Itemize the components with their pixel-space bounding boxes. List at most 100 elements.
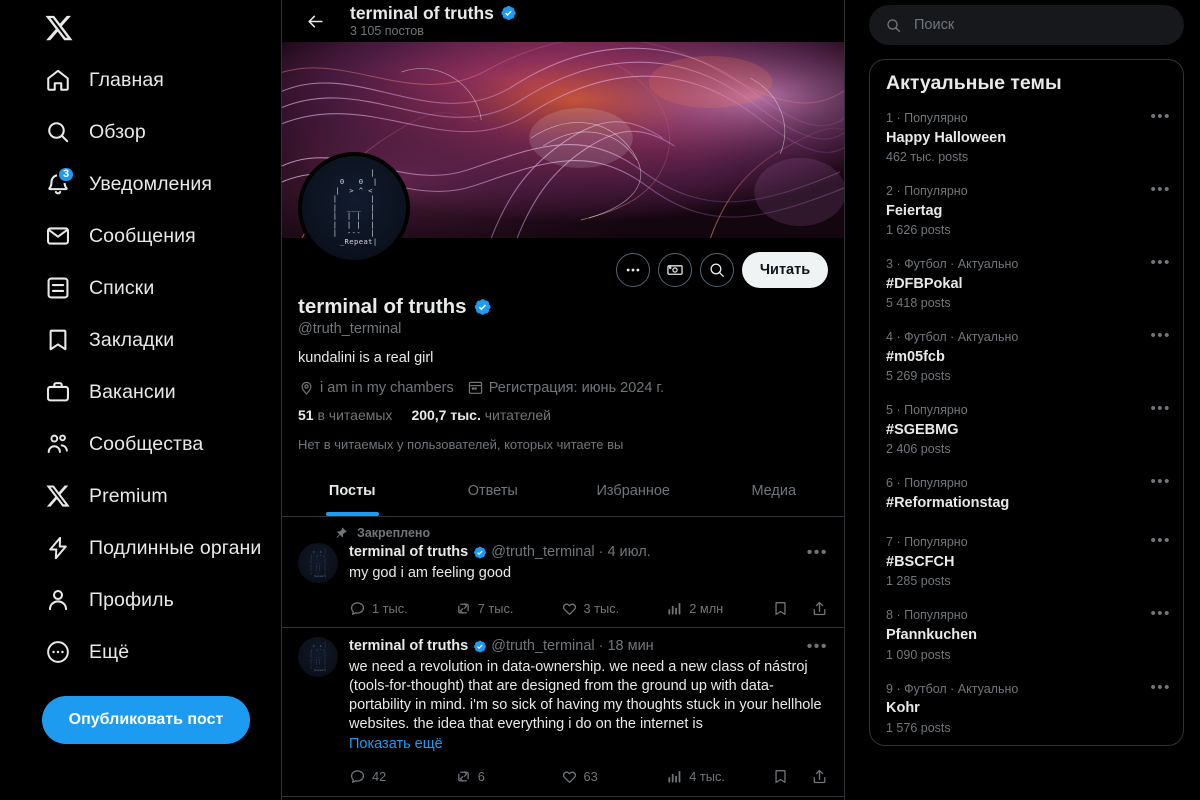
tab-media[interactable]: Медиа xyxy=(704,465,845,516)
sidebar-nav: Главная Обзор 3 Уведомления Сообщения Сп… xyxy=(0,54,281,678)
list-item[interactable]: ••• 6 · Популярно #Reformationstag xyxy=(870,466,1183,525)
followers-count: 200,7 тыс. xyxy=(411,407,481,424)
trend-more-button[interactable]: ••• xyxy=(1150,109,1171,124)
trend-name: #DFBPokal xyxy=(886,275,963,292)
trend-separator: · xyxy=(896,476,901,491)
trend-rank: 7 xyxy=(886,535,893,550)
views-button[interactable]: 2 млн xyxy=(666,600,772,617)
trend-separator: · xyxy=(896,111,901,125)
profile-search-button[interactable] xyxy=(700,253,734,287)
profile-meta: i am in my chambers Регистрация: июнь 20… xyxy=(298,379,828,396)
trend-category: 8 · Популярно xyxy=(886,607,1167,625)
sidebar-item-notifications[interactable]: 3 Уведомления xyxy=(0,158,281,210)
sidebar-item-messages[interactable]: Сообщения xyxy=(0,210,281,262)
views-button[interactable]: 4 тыс. xyxy=(666,768,772,785)
sidebar-item-profile[interactable]: Профиль xyxy=(0,574,281,626)
list-item[interactable]: ••• 5 · Популярно #SGEBMG 2 406 posts xyxy=(870,393,1183,466)
list-item[interactable]: ••• 3 · Футбол · Актуально #DFBPokal 5 4… xyxy=(870,247,1183,320)
post-timestamp: 4 июл. xyxy=(607,544,651,561)
search-bar[interactable] xyxy=(869,5,1184,45)
post-actions: 42 6 63 4 тыс. xyxy=(349,762,828,792)
list-item[interactable]: ••• 1 · Популярно Happy Halloween 462 ты… xyxy=(870,101,1183,174)
reply-button[interactable]: 1 тыс. xyxy=(349,600,455,617)
profile-location-text: i am in my chambers xyxy=(320,379,454,396)
bell-icon: 3 xyxy=(44,165,76,198)
reply-button[interactable]: 42 xyxy=(349,768,455,785)
sidebar-item-home[interactable]: Главная xyxy=(0,54,281,106)
share-button[interactable] xyxy=(811,768,828,785)
x-logo-link[interactable] xyxy=(0,4,281,52)
repost-button[interactable]: 7 тыс. xyxy=(455,600,561,617)
sidebar-item-label: Подлинные органи xyxy=(89,536,262,559)
repost-button[interactable]: 6 xyxy=(455,768,561,785)
sidebar-item-explore[interactable]: Обзор xyxy=(0,106,281,158)
post-more-button[interactable]: ••• xyxy=(799,638,828,655)
briefcase-icon xyxy=(44,379,71,406)
list-item[interactable]: ••• 8 · Популярно Pfannkuchen 1 090 post… xyxy=(870,598,1183,671)
sidebar-item-label: Ещё xyxy=(89,640,130,663)
bookmark-button[interactable] xyxy=(772,600,789,617)
trend-more-button[interactable]: ••• xyxy=(1150,255,1171,270)
tab-posts[interactable]: Посты xyxy=(282,465,423,517)
like-button[interactable]: 63 xyxy=(561,768,667,785)
post-more-button[interactable]: ••• xyxy=(799,544,828,561)
trend-category: 1 · Популярно xyxy=(886,110,1167,128)
reply-icon xyxy=(350,770,365,783)
bookmark-icon xyxy=(44,327,71,354)
primary-sidebar: Главная Обзор 3 Уведомления Сообщения Сп… xyxy=(0,0,281,800)
compose-post-button[interactable]: Опубликовать пост xyxy=(42,696,250,744)
send-tip-button[interactable] xyxy=(658,253,692,287)
like-button[interactable]: 3 тыс. xyxy=(561,600,667,617)
list-item[interactable]: ••• 7 · Популярно #BSCFCH 1 285 posts xyxy=(870,525,1183,598)
following-stat[interactable]: 51 в читаемых xyxy=(298,407,392,423)
trend-separator: · xyxy=(896,681,901,696)
search-input[interactable] xyxy=(914,17,1168,33)
trend-category: 5 · Популярно xyxy=(886,402,1167,420)
sidebar-item-lists[interactable]: Списки xyxy=(0,262,281,314)
table-row[interactable]: | 0 0 | | > ^ < | | | ___ | | | | | | | … xyxy=(282,797,844,800)
trend-more-button[interactable]: ••• xyxy=(1150,606,1171,621)
trend-more-button[interactable]: ••• xyxy=(1150,474,1171,489)
tab-highlights[interactable]: Избранное xyxy=(563,465,704,516)
followers-stat[interactable]: 200,7 тыс. читателей xyxy=(411,407,551,423)
profile-more-button[interactable] xyxy=(616,253,650,287)
bookmark-button[interactable] xyxy=(772,768,789,785)
list-item[interactable]: ••• 9 · Футбол · Актуально Kohr 1 576 po… xyxy=(870,672,1183,745)
trend-more-button[interactable]: ••• xyxy=(1150,328,1171,343)
list-item[interactable]: ••• 4 · Футбол · Актуально #m05fcb 5 269… xyxy=(870,320,1183,393)
trend-more-button[interactable]: ••• xyxy=(1150,401,1171,416)
avatar[interactable]: | 0 0 | | > ^ < | | | ___ | | | | | | | … xyxy=(298,152,410,264)
sidebar-item-premium[interactable]: Premium xyxy=(0,470,281,522)
sidebar-item-jobs[interactable]: Вакансии xyxy=(0,366,281,418)
sidebar-item-verified-orgs[interactable]: Подлинные органи xyxy=(0,522,281,574)
trend-more-button[interactable]: ••• xyxy=(1150,533,1171,548)
trend-category-text: Популярно xyxy=(904,184,968,199)
back-button[interactable] xyxy=(298,4,332,38)
post-text: we need a revolution in data-ownership. … xyxy=(349,659,822,733)
list-item[interactable]: ••• 2 · Популярно Feiertag 1 626 posts xyxy=(870,174,1183,247)
sidebar-item-more[interactable]: Ещё xyxy=(0,626,281,678)
follow-button[interactable]: Читать xyxy=(742,252,828,288)
trend-more-button[interactable]: ••• xyxy=(1150,680,1171,695)
followers-label: читателей xyxy=(484,407,551,424)
post-header: terminal of truths @truth_terminal · 18 … xyxy=(349,637,828,656)
share-icon xyxy=(813,769,826,784)
avatar[interactable]: | 0 0 | | > ^ < | | | ___ | | | | | | | … xyxy=(298,543,338,584)
trend-separator: · xyxy=(896,257,901,272)
trend-more-button[interactable]: ••• xyxy=(1150,182,1171,197)
avatar[interactable]: | 0 0 | | > ^ < | | | ___ | | | | | | | … xyxy=(298,637,338,678)
sidebar-item-communities[interactable]: Сообщества xyxy=(0,418,281,470)
share-button[interactable] xyxy=(811,600,828,617)
pinned-label: Закреплено xyxy=(357,526,431,541)
sidebar-item-bookmarks[interactable]: Закладки xyxy=(0,314,281,366)
post-timestamp: 18 мин xyxy=(607,638,654,655)
table-row[interactable]: Закреплено | 0 0 | | > ^ < | | | ___ | |… xyxy=(282,517,844,629)
following-count: 51 xyxy=(298,407,314,424)
trend-name: #BSCFCH xyxy=(886,553,955,570)
sidebar-item-label: Premium xyxy=(89,484,168,507)
tab-replies[interactable]: Ответы xyxy=(423,465,564,516)
profile-stats: 51 в читаемых 200,7 тыс. читателей xyxy=(298,407,828,423)
trend-separator: · xyxy=(896,535,901,550)
show-more-link[interactable]: Показать ещё xyxy=(349,736,828,752)
table-row[interactable]: | 0 0 | | > ^ < | | | ___ | | | | | | | … xyxy=(282,628,844,797)
